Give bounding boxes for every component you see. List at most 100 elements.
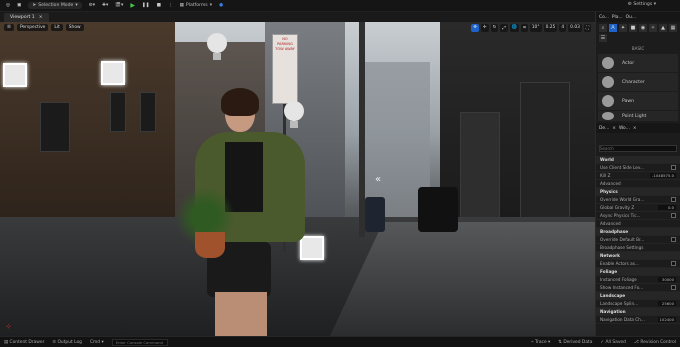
platforms-dropdown[interactable]: ▦ Platforms ▾ <box>180 3 212 8</box>
rect-light-gizmo-icon[interactable] <box>101 61 125 85</box>
tab-viewport-1[interactable]: Viewport 1 × <box>4 13 49 22</box>
selection-mode-dropdown[interactable]: ➤ Selection Mode ▾ <box>28 2 82 9</box>
surface-snap-icon[interactable]: ⌗ <box>521 24 528 32</box>
property-checkbox[interactable] <box>671 261 676 266</box>
actor-item-point-light[interactable]: Point Light <box>598 111 678 121</box>
save-icon[interactable]: ▣ <box>17 3 21 8</box>
revision-control-button[interactable]: ⎇ Revision Control <box>634 340 676 345</box>
actor-item-pawn[interactable]: Pawn <box>598 92 678 110</box>
details-section-header[interactable]: Physics <box>596 188 680 196</box>
select-mode-icon[interactable]: ✥ <box>471 24 479 32</box>
lit-button[interactable]: Lit <box>51 24 63 31</box>
geometry-icon[interactable]: ▲ <box>659 24 667 32</box>
character-woman[interactable] <box>175 88 315 336</box>
scale-snap-value[interactable]: 0.03 <box>568 24 582 32</box>
stop-button[interactable]: ■ <box>157 3 161 8</box>
move-icon[interactable]: ✢ <box>480 24 489 32</box>
globe-icon[interactable]: ● <box>219 3 223 8</box>
output-log-button[interactable]: ≡ Output Log <box>52 340 82 345</box>
rotate-icon[interactable]: ↻ <box>490 24 499 32</box>
play-options-icon[interactable]: ⋮ <box>168 3 173 8</box>
rect-light-gizmo-icon[interactable] <box>3 63 27 87</box>
property-checkbox[interactable] <box>671 197 676 202</box>
actor-item-character[interactable]: Character <box>598 73 678 91</box>
details-property-row[interactable]: Async Physics Tic... <box>596 212 680 220</box>
property-checkbox[interactable] <box>671 237 676 242</box>
details-section-header[interactable]: Network <box>596 252 680 260</box>
property-value-field[interactable]: 102400 <box>657 317 676 322</box>
grid-snap-value[interactable]: 10° <box>529 24 542 32</box>
details-property-row[interactable]: Advanced <box>596 180 680 188</box>
world-local-icon[interactable]: 🌐 <box>509 24 520 32</box>
tab-world-settings[interactable]: Wo... <box>619 126 630 131</box>
details-property-row[interactable]: Kill Z -1048575.0 <box>596 172 680 180</box>
details-property-row[interactable]: Instanced Foliage 30000 <box>596 276 680 284</box>
all-saved-button[interactable]: ✓ All Saved <box>600 340 625 345</box>
point-light-icon[interactable] <box>207 33 227 61</box>
close-icon[interactable]: × <box>612 126 616 131</box>
search-icon[interactable]: ⌕ <box>599 24 607 32</box>
details-search-input[interactable] <box>599 145 677 152</box>
quick-add-icon[interactable]: ✚▾ <box>102 3 108 8</box>
console-command-input[interactable] <box>111 338 168 346</box>
directional-arrow-icon[interactable]: « <box>375 174 381 185</box>
blueprint-icon[interactable]: ⚙▾ <box>89 3 95 8</box>
property-checkbox[interactable] <box>671 165 676 170</box>
tab-place-actors[interactable]: Co... <box>599 15 609 20</box>
play-button[interactable]: ▶ <box>130 2 135 9</box>
level-viewport[interactable]: NO PARKING TOW AWAY « ☰ Perspective Lit … <box>0 22 595 336</box>
actor-item-actor[interactable]: Actor <box>598 54 678 72</box>
details-section-header[interactable]: Navigation <box>596 308 680 316</box>
details-property-row[interactable]: Use Client Side Lev... <box>596 164 680 172</box>
cinematics-icon[interactable]: 🎬▾ <box>115 3 123 8</box>
tab-details[interactable]: De... <box>599 126 609 131</box>
derived-data-button[interactable]: ⇅ Derived Data <box>558 340 592 345</box>
lights-icon[interactable]: ✦ <box>619 24 627 32</box>
details-section-header[interactable]: Foliage <box>596 268 680 276</box>
content-drawer-button[interactable]: ▤ Content Drawer <box>4 340 44 345</box>
details-property-row[interactable]: Global Gravity Z 0.0 <box>596 204 680 212</box>
property-checkbox[interactable] <box>671 213 676 218</box>
details-section-header[interactable]: Landscape <box>596 292 680 300</box>
property-value-field[interactable]: 0.0 <box>658 205 676 210</box>
details-property-row[interactable]: Enable Actors as... <box>596 260 680 268</box>
perspective-button[interactable]: Perspective <box>16 24 49 31</box>
tab-plans[interactable]: Pla... <box>612 15 623 20</box>
scale-icon[interactable]: ⤢ <box>500 24 508 32</box>
camera-speed-value[interactable]: 4 <box>559 24 567 32</box>
basic-icon[interactable]: A <box>609 24 617 32</box>
shapes-icon[interactable]: ■ <box>629 24 637 32</box>
property-checkbox[interactable] <box>671 285 676 290</box>
property-value-field[interactable]: 25600 <box>658 301 676 306</box>
unreal-logo-icon: ◎ <box>6 3 11 8</box>
details-property-row[interactable]: Override Default Br... <box>596 236 680 244</box>
maximize-icon[interactable]: ⛶ <box>583 24 591 32</box>
pause-button[interactable]: ❚❚ <box>142 3 150 8</box>
tab-outliner[interactable]: Ou... <box>626 15 636 20</box>
show-button[interactable]: Show <box>65 24 84 31</box>
settings-button[interactable]: ⚙ Settings ▾ <box>628 2 656 7</box>
property-value-field[interactable]: -1048575.0 <box>650 173 676 178</box>
property-label: Advanced <box>600 181 621 186</box>
close-icon[interactable]: × <box>39 15 43 20</box>
cmd-dropdown[interactable]: Cmd ▾ <box>90 340 104 345</box>
all-classes-icon[interactable]: ☰ <box>599 34 607 42</box>
details-property-row[interactable]: Broadphase Settings <box>596 244 680 252</box>
close-icon[interactable]: × <box>633 126 637 131</box>
details-property-row[interactable]: Show Instanced Fo... <box>596 284 680 292</box>
details-section-header[interactable]: Broadphase <box>596 228 680 236</box>
viewport-menu-button[interactable]: ☰ <box>4 24 14 31</box>
trash-bins[interactable] <box>418 187 458 232</box>
volumes-icon[interactable]: ▦ <box>669 24 677 32</box>
details-property-row[interactable]: Navigation Data Ch... 102400 <box>596 316 680 324</box>
property-value-field[interactable]: 30000 <box>658 277 676 282</box>
details-property-row[interactable]: Override World Gra... <box>596 196 680 204</box>
visual-effects-icon[interactable]: ✧ <box>649 24 657 32</box>
details-property-row[interactable]: Landscape Splin... 25600 <box>596 300 680 308</box>
rotation-snap-value[interactable]: 0.25 <box>543 24 558 32</box>
details-property-row[interactable]: Advanced <box>596 220 680 228</box>
trace-button[interactable]: ⌁ Trace ▾ <box>531 340 550 345</box>
details-section-header[interactable]: World <box>596 156 680 164</box>
cinematic-icon[interactable]: ◉ <box>639 24 647 32</box>
mailbox[interactable] <box>365 197 385 232</box>
